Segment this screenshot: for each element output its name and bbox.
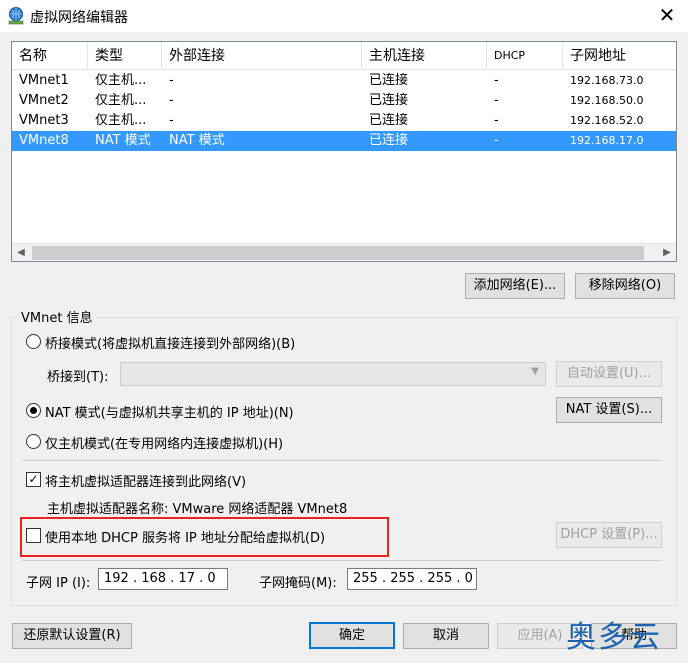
cell-type: 仅主机... [95,73,147,88]
cell-type: 仅主机... [95,113,147,128]
close-icon[interactable]: ✕ [654,2,680,28]
window-title: 虚拟网络编辑器 [30,10,128,26]
scroll-right-icon[interactable]: ▶ [658,244,676,261]
cell-external: - [169,73,174,88]
cell-dhcp: - [494,133,499,148]
watermark-logo: 奥多云 [566,620,662,655]
scroll-left-icon[interactable]: ◀ [12,244,30,261]
highlight-box [20,517,389,557]
cell-dhcp: - [494,73,499,88]
divider [22,460,662,461]
auto-settings-button[interactable]: 自动设置(U)... [556,361,662,387]
cell-name: VMnet1 [19,73,69,88]
title-bar: 虚拟网络编辑器 ✕ [0,0,688,32]
column-header-external[interactable]: 外部连接 [162,42,362,70]
bridge-to-select[interactable]: ▼ [120,362,546,386]
network-globe-icon [8,7,24,25]
host-only-mode-label[interactable]: 仅主机模式(在专用网络内连接虚拟机)(H) [45,433,283,452]
ok-button[interactable]: 确定 [309,622,395,649]
nat-mode-radio[interactable] [26,403,41,418]
cell-type: NAT 模式 [95,133,151,148]
dhcp-settings-button[interactable]: DHCP 设置(P)... [556,522,662,548]
cell-subnet: 192.168.17.0 [570,134,644,147]
cell-subnet: 192.168.73.0 [570,74,644,87]
bridge-to-label: 桥接到(T): [47,370,109,385]
add-network-button[interactable]: 添加网络(E)... [465,273,565,299]
table-row[interactable]: VMnet2 仅主机... - 已连接 - 192.168.50.0 [12,91,676,111]
cancel-button[interactable]: 取消 [403,623,489,649]
nat-mode-label[interactable]: NAT 模式(与虚拟机共享主机的 IP 地址)(N) [45,402,294,421]
cell-host: 已连接 [369,133,409,148]
remove-network-button[interactable]: 移除网络(O) [575,273,675,299]
table-row-selected[interactable]: VMnet8 NAT 模式 NAT 模式 已连接 - 192.168.17.0 [12,131,676,151]
cell-external: - [169,113,174,128]
column-header-dhcp[interactable]: DHCP [487,42,563,70]
connect-adapter-label[interactable]: 将主机虚拟适配器连接到此网络(V) [45,471,246,490]
cell-host: 已连接 [369,93,409,108]
scrollbar-thumb[interactable] [32,246,644,260]
cell-external: - [169,93,174,108]
subnet-ip-input[interactable]: 192 . 168 . 17 . 0 [98,568,228,590]
cell-name: VMnet8 [19,133,69,148]
cell-type: 仅主机... [95,93,147,108]
adapter-name-text: 主机虚拟适配器名称: VMware 网络适配器 VMnet8 [47,502,348,517]
bridge-mode-radio[interactable] [26,334,41,349]
list-header: 名称 类型 外部连接 主机连接 DHCP 子网地址 [12,42,676,70]
bridge-mode-label[interactable]: 桥接模式(将虚拟机直接连接到外部网络)(B) [45,333,295,352]
host-only-mode-radio[interactable] [26,434,41,449]
subnet-ip-label: 子网 IP (I): [26,576,91,591]
subnet-mask-label: 子网掩码(M): [259,576,337,591]
cell-external: NAT 模式 [169,133,225,148]
nat-settings-button[interactable]: NAT 设置(S)... [556,397,662,423]
subnet-mask-input[interactable]: 255 . 255 . 255 . 0 [347,568,477,590]
divider [22,560,662,561]
column-header-host[interactable]: 主机连接 [362,42,487,70]
cell-host: 已连接 [369,73,409,88]
cell-subnet: 192.168.52.0 [570,114,644,127]
cell-name: VMnet2 [19,93,69,108]
horizontal-scrollbar[interactable]: ◀ ▶ [12,243,676,261]
network-list[interactable]: 名称 类型 外部连接 主机连接 DHCP 子网地址 VMnet1 仅主机... … [11,41,677,262]
restore-defaults-button[interactable]: 还原默认设置(R) [12,623,132,649]
cell-dhcp: - [494,113,499,128]
table-row[interactable]: VMnet1 仅主机... - 已连接 - 192.168.73.0 [12,71,676,91]
table-row[interactable]: VMnet3 仅主机... - 已连接 - 192.168.52.0 [12,111,676,131]
column-header-name[interactable]: 名称 [12,42,88,70]
cell-dhcp: - [494,93,499,108]
cell-name: VMnet3 [19,113,69,128]
chevron-down-icon: ▼ [531,366,539,377]
column-header-subnet[interactable]: 子网地址 [563,42,676,70]
column-header-type[interactable]: 类型 [88,42,162,70]
cell-host: 已连接 [369,113,409,128]
connect-adapter-checkbox[interactable]: ✓ [26,472,41,487]
cell-subnet: 192.168.50.0 [570,94,644,107]
vmnet-info-title: VMnet 信息 [18,307,96,326]
